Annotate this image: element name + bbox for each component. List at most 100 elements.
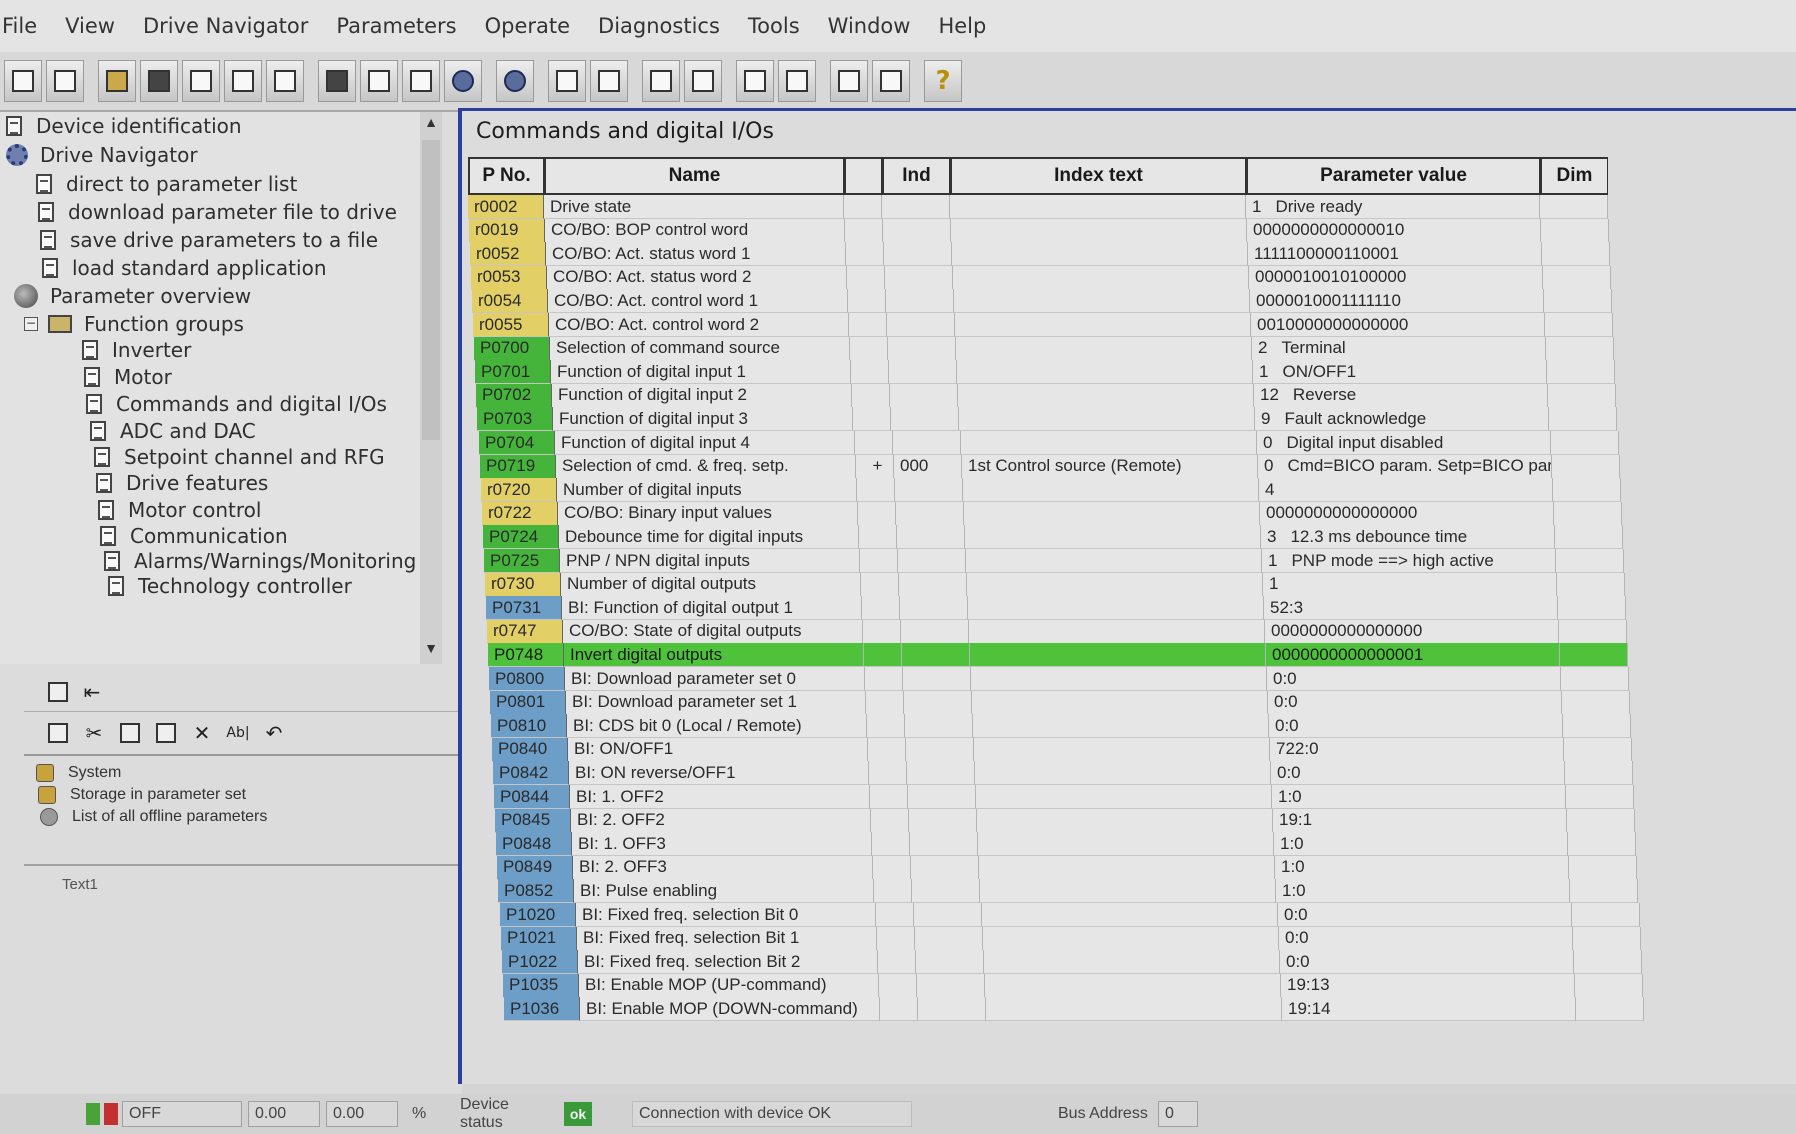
cell-index-text[interactable] bbox=[957, 360, 1253, 385]
cell-parameter-value[interactable]: 1 bbox=[1263, 572, 1557, 597]
cell-expand[interactable] bbox=[859, 525, 897, 550]
table-row[interactable]: P0703 Function of digital input 3 9 Fault a… bbox=[477, 407, 1617, 432]
cell-pno[interactable]: r0053 bbox=[471, 265, 547, 290]
cell-index-text[interactable] bbox=[979, 855, 1275, 880]
cell-parameter-value[interactable]: 0 Digital input disabled bbox=[1257, 431, 1551, 455]
cell-parameter-value[interactable]: 9 Fault acknowledge bbox=[1255, 407, 1549, 432]
cell-ind[interactable] bbox=[883, 218, 951, 243]
table-row[interactable]: r0054 CO/BO: Act. control word 1 000001000… bbox=[472, 289, 1612, 314]
cell-ind[interactable] bbox=[887, 313, 955, 337]
cell-ind[interactable] bbox=[904, 690, 972, 715]
cell-name[interactable]: CO/BO: State of digital outputs bbox=[563, 619, 863, 644]
cell-ind[interactable] bbox=[905, 714, 973, 739]
cell-dim[interactable] bbox=[1549, 407, 1617, 432]
menu-item-operate[interactable]: Operate bbox=[485, 14, 570, 38]
cell-expand[interactable] bbox=[868, 737, 906, 762]
drive-navigator-button[interactable] bbox=[496, 60, 534, 102]
tree-item[interactable]: Setpoint channel and RFG bbox=[94, 443, 385, 471]
cell-pno[interactable]: P1020 bbox=[500, 903, 576, 927]
cell-dim[interactable] bbox=[1556, 549, 1624, 573]
cell-expand[interactable] bbox=[877, 926, 915, 951]
menu-item-parameters[interactable]: Parameters bbox=[336, 14, 456, 38]
menu-item-drive-navigator[interactable]: Drive Navigator bbox=[143, 14, 308, 38]
cell-pno[interactable]: P0849 bbox=[497, 855, 573, 880]
cell-index-text[interactable] bbox=[966, 549, 1262, 573]
cell-dim[interactable] bbox=[1576, 997, 1644, 1022]
cell-index-text[interactable] bbox=[975, 761, 1271, 786]
cell-name[interactable]: Function of digital input 3 bbox=[553, 407, 853, 432]
cell-name[interactable]: BI: Enable MOP (UP-command) bbox=[579, 973, 879, 998]
cell-index-text[interactable] bbox=[958, 383, 1254, 408]
cell-expand[interactable] bbox=[865, 667, 903, 691]
cell-ind[interactable] bbox=[915, 926, 983, 951]
cell-index-text[interactable] bbox=[956, 336, 1252, 361]
cell-expand[interactable] bbox=[866, 690, 904, 715]
paste-icon[interactable] bbox=[156, 723, 176, 743]
cell-pno[interactable]: P0703 bbox=[477, 407, 553, 432]
cell-index-text[interactable] bbox=[971, 667, 1267, 691]
cell-parameter-value[interactable]: 1 ON/OFF1 bbox=[1253, 360, 1547, 385]
tile-horizontal-button[interactable] bbox=[830, 60, 868, 102]
cell-dim[interactable] bbox=[1553, 478, 1621, 503]
cell-dim[interactable] bbox=[1557, 572, 1625, 597]
cell-expand[interactable] bbox=[867, 714, 905, 739]
cell-dim[interactable] bbox=[1561, 667, 1629, 691]
cell-pno[interactable]: P0801 bbox=[490, 690, 566, 715]
cell-expand[interactable] bbox=[874, 879, 912, 904]
table-row[interactable]: P0701 Function of digital input 1 1 ON/OFF1 bbox=[475, 360, 1615, 385]
cell-parameter-value[interactable]: 0:0 bbox=[1269, 714, 1563, 739]
tree-item[interactable]: Motor bbox=[84, 363, 172, 391]
cell-name[interactable]: BI: Fixed freq. selection Bit 0 bbox=[576, 903, 876, 927]
cell-parameter-value[interactable]: 1111100000110001 bbox=[1248, 242, 1542, 267]
tree-item[interactable]: Parameter overview bbox=[14, 282, 251, 310]
cell-index-text[interactable] bbox=[953, 265, 1249, 290]
cell-name[interactable]: BI: 2. OFF3 bbox=[573, 855, 873, 880]
network-button[interactable] bbox=[360, 60, 398, 102]
cut-icon[interactable]: ✂ bbox=[84, 721, 104, 745]
save-button[interactable] bbox=[140, 60, 178, 102]
cell-dim[interactable] bbox=[1567, 808, 1635, 833]
cell-name[interactable]: Function of digital input 4 bbox=[555, 431, 855, 455]
cell-expand[interactable] bbox=[879, 973, 917, 998]
column-header-dim[interactable]: Dim bbox=[1540, 157, 1608, 195]
cell-ind[interactable] bbox=[916, 950, 984, 975]
cell-index-text[interactable] bbox=[955, 313, 1251, 337]
cell-dim[interactable] bbox=[1560, 643, 1628, 668]
table-row[interactable]: P0844 BI: 1. OFF2 1:0 bbox=[494, 785, 1634, 809]
cell-expand[interactable] bbox=[855, 431, 893, 455]
cell-parameter-value[interactable]: 0:0 bbox=[1279, 926, 1573, 951]
cell-expand[interactable] bbox=[845, 218, 883, 243]
scroll-thumb[interactable] bbox=[422, 140, 440, 440]
cell-dim[interactable] bbox=[1544, 289, 1612, 314]
cell-name[interactable]: BI: 2. OFF2 bbox=[571, 808, 871, 833]
system-list-item[interactable]: Storage in parameter set bbox=[36, 784, 456, 806]
cell-name[interactable]: BI: Fixed freq. selection Bit 1 bbox=[577, 926, 877, 951]
cell-name[interactable]: Selection of command source bbox=[550, 336, 850, 361]
tree-item[interactable]: Drive features bbox=[96, 469, 268, 497]
tree-item[interactable]: Commands and digital I/Os bbox=[86, 390, 387, 418]
cell-ind[interactable] bbox=[901, 619, 969, 644]
cell-ind[interactable] bbox=[897, 525, 965, 550]
properties-button[interactable] bbox=[182, 60, 220, 102]
cell-expand[interactable] bbox=[849, 313, 887, 337]
cell-parameter-value[interactable]: 3 12.3 ms debounce time bbox=[1261, 525, 1555, 550]
cell-pno[interactable]: r0054 bbox=[472, 289, 548, 314]
cell-index-text[interactable] bbox=[950, 195, 1246, 219]
cell-dim[interactable] bbox=[1559, 619, 1627, 644]
table-row[interactable]: P0852 BI: Pulse enabling 1:0 bbox=[498, 879, 1638, 904]
cell-pno[interactable]: P0731 bbox=[486, 596, 562, 621]
cell-parameter-value[interactable]: 52:3 bbox=[1264, 596, 1558, 621]
cell-index-text[interactable] bbox=[951, 218, 1247, 243]
cell-dim[interactable] bbox=[1541, 218, 1609, 243]
cell-index-text[interactable] bbox=[964, 501, 1260, 526]
table-row[interactable]: P0704 Function of digital input 4 0 Digital… bbox=[479, 431, 1619, 455]
cell-parameter-value[interactable]: 19:14 bbox=[1282, 997, 1576, 1022]
cell-parameter-value[interactable]: 0010000000000000 bbox=[1251, 313, 1545, 337]
tree-item[interactable]: Motor control bbox=[98, 496, 261, 524]
system-list-item[interactable]: System bbox=[36, 762, 456, 784]
cell-ind[interactable] bbox=[890, 383, 958, 408]
compare-2-button[interactable] bbox=[778, 60, 816, 102]
cell-name[interactable]: BI: ON reverse/OFF1 bbox=[569, 761, 869, 786]
cell-parameter-value[interactable]: 0:0 bbox=[1280, 950, 1574, 975]
cell-expand[interactable] bbox=[858, 501, 896, 526]
